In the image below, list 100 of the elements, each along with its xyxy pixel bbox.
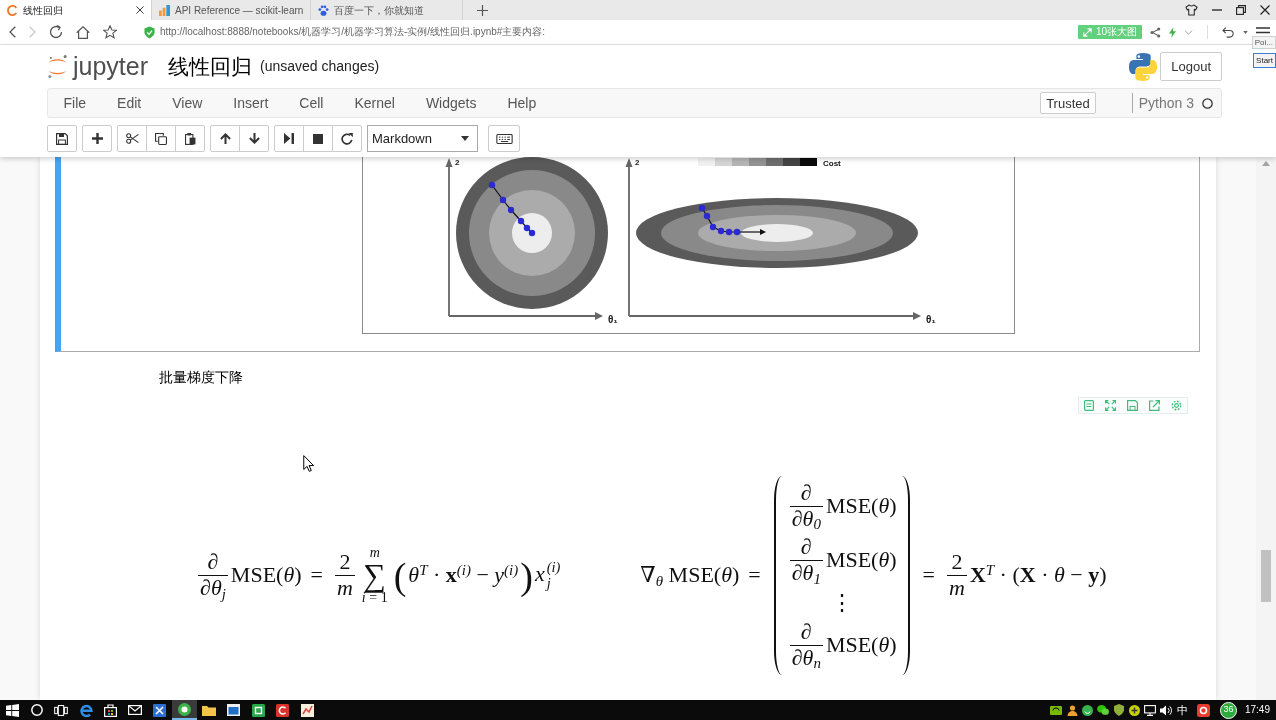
start-button[interactable]: Start [1253,53,1276,68]
shopping-bag-icon[interactable] [104,703,118,717]
browser-icon[interactable] [177,702,191,716]
math-text: θ$^{T}$ · x$^{(i)}$ − y$^{(i)}$ [408,562,519,589]
move-up-button[interactable] [210,125,240,152]
undo-icon[interactable] [1222,26,1235,38]
letter-e-icon[interactable] [79,703,93,717]
copy-icon [155,132,167,145]
close-icon[interactable] [1260,5,1270,15]
star-icon[interactable] [103,25,117,39]
menu-item[interactable]: Kernel [338,94,411,112]
copy-button[interactable] [146,125,176,152]
home-icon[interactable] [76,25,90,39]
menu-item[interactable]: Insert [217,94,284,112]
menu-item[interactable]: File [48,94,102,112]
back-icon[interactable] [9,26,16,38]
logout-button[interactable]: Logout [1160,52,1222,81]
shirt-icon[interactable] [1185,4,1198,16]
notebook-title[interactable]: 线性回归 [168,53,253,80]
restart-button[interactable] [332,125,362,152]
menu-item[interactable]: Edit [101,94,157,112]
logo-icon[interactable] [47,54,68,79]
math-delimiter: ( [393,556,407,595]
sum-upper-limit: m [369,545,380,561]
menu-item[interactable]: Cell [283,94,339,112]
restore-icon[interactable] [1236,5,1246,15]
cell-type-select[interactable]: Markdown [367,125,478,152]
run-button[interactable] [274,125,304,152]
task-view-icon[interactable] [54,704,69,716]
tooltip: Poi... [1251,36,1276,49]
logo-icon [1128,51,1159,82]
save-status: (unsaved changes) [260,57,380,76]
fraction-denominator: ∂θ$_{0}$ [790,506,822,532]
math-text: ⋮ [830,589,853,616]
plus-icon[interactable] [477,4,489,16]
browser-tab[interactable]: 线性回归 [0,0,152,20]
cell-heading: 批量梯度下降 [159,368,243,387]
menu-item[interactable]: Help [491,94,552,112]
expand-icon [1082,27,1092,37]
shield-icon[interactable] [1113,704,1124,716]
chart-app-icon[interactable] [300,703,314,717]
mouse-pointer-icon [303,455,314,472]
math-text: MSE(θ) [230,562,302,589]
app-icon[interactable] [251,703,265,717]
window-app-icon[interactable] [227,704,241,716]
math-operator: = [748,562,761,589]
fraction-denominator: ∂θ$_{j}$ [199,576,227,601]
math-text: MSE(θ) [825,492,897,520]
tray-icon[interactable] [1050,705,1063,715]
fraction-numerator: ∂ [789,481,823,507]
chat-icon[interactable] [1097,705,1110,715]
app-icon[interactable] [153,703,167,717]
app-icon[interactable] [276,703,290,717]
stop-button[interactable] [303,125,333,152]
save-button[interactable] [47,125,77,152]
start-menu-icon[interactable] [5,703,19,717]
keyboard-icon [495,133,513,144]
share-icon[interactable] [1150,26,1161,38]
cut-button[interactable] [117,125,147,152]
clock-time[interactable]: 17:49 [1244,705,1270,715]
smiley-icon[interactable] [1082,704,1094,716]
move-down-button[interactable] [239,125,269,152]
plus-circle-icon[interactable] [1128,704,1140,716]
reload-icon[interactable] [49,25,63,39]
keyboard-button[interactable] [488,125,520,152]
bar-logo-icon [159,4,170,16]
insert-cell-button[interactable] [82,125,112,152]
fraction-numerator: ∂ [198,550,228,577]
skip-forward-icon [284,133,294,144]
tray-icon[interactable] [1196,703,1210,717]
address-field[interactable]: http://localhost:8888/notebooks/机器学习/机器学习算法-实例/线性回归.ipynb#主要内容: [160,24,1078,40]
paste-button[interactable] [175,125,205,152]
close-icon[interactable] [136,6,144,14]
paw-icon [318,4,330,16]
menu-item[interactable]: Widgets [410,94,492,112]
lightning-icon[interactable] [1169,26,1176,38]
axis-label: θ₁ [926,314,936,325]
caret-icon [461,136,469,141]
kernel-name: Python 3 [1138,93,1194,113]
folder-icon[interactable] [202,704,217,716]
sum-symbol: ∑ [363,560,387,591]
envelope-icon[interactable] [128,705,143,715]
math-text: MSE(θ) [825,547,897,574]
caret-icon[interactable] [1243,30,1248,34]
trusted-button[interactable]: Trusted [1040,92,1096,114]
spinner-icon [7,4,18,16]
menu-item[interactable]: View [156,94,218,112]
math-delimiter: ) [520,556,533,595]
logo-text[interactable]: jupyter [73,54,149,79]
shield-icon [144,25,155,39]
scrollbar-thumb[interactable] [1261,550,1271,602]
arrow-up-icon [219,133,231,144]
fraction-denominator: ∂θ$_{1}$ [790,560,822,586]
search-icon[interactable] [30,704,43,716]
speaker-icon[interactable] [1159,704,1172,716]
fraction-numerator: ∂ [789,535,823,561]
person-icon[interactable] [1066,704,1078,716]
fraction-denominator: ∂θ$_{n}$ [790,645,822,671]
input-method-indicator[interactable]: 中 [1173,704,1192,716]
monitor-icon[interactable] [1144,704,1156,716]
